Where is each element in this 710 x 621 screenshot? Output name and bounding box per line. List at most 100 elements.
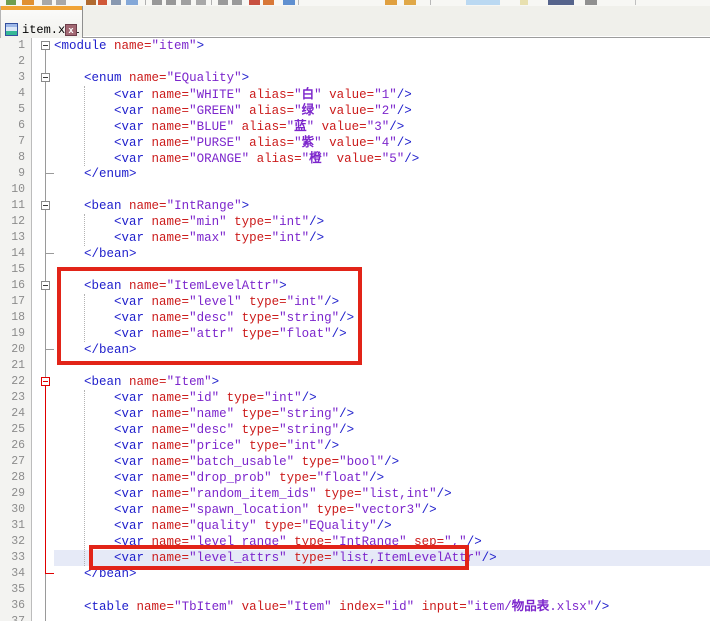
fold-collapse-icon[interactable] [41,201,50,210]
toolbar-icon-fragment [298,0,299,5]
line-number: 8 [0,150,32,166]
code-text[interactable]: <var name="max" type="int"/> [54,230,710,246]
toolbar-icon-fragment [6,0,16,5]
code-line: 6 <var name="BLUE" alias="蓝" value="3"/> [0,118,710,134]
tab-close-icon[interactable]: x [65,24,77,36]
fold-margin [32,166,54,182]
code-text[interactable]: <bean name="IntRange"> [54,198,710,214]
toolbar-icon-fragment [585,0,597,5]
code-text[interactable]: <bean name="Item"> [54,374,710,390]
red-annotation-box [57,267,362,365]
line-number: 5 [0,102,32,118]
fold-margin [32,86,54,102]
code-text[interactable] [54,582,710,598]
indent-guide [84,390,85,566]
toolbar-icon-fragment [283,0,295,5]
fold-collapse-icon[interactable] [41,281,50,290]
code-line: 9 </enum> [0,166,710,182]
fold-margin [32,54,54,70]
code-line: 10 [0,182,710,198]
fold-margin [32,390,54,406]
line-number: 27 [0,454,32,470]
code-text[interactable]: </enum> [54,166,710,182]
code-text[interactable]: <var name="WHITE" alias="白" value="1"/> [54,86,710,102]
code-text[interactable]: <var name="batch_usable" type="bool"/> [54,454,710,470]
fold-margin [32,614,54,621]
code-line: 13 <var name="max" type="int"/> [0,230,710,246]
code-text[interactable]: <enum name="EQuality"> [54,70,710,86]
toolbar-icon-fragment [232,0,242,5]
red-annotation-box [89,545,469,570]
line-number: 4 [0,86,32,102]
toolbar-icon-fragment [111,0,121,5]
fold-collapse-icon[interactable] [41,377,50,386]
fold-margin [32,118,54,134]
code-text[interactable] [54,182,710,198]
indent-guide [84,214,85,246]
toolbar-icon-fragment [218,0,228,5]
code-text[interactable]: <module name="item"> [54,38,710,54]
toolbar-icon-fragment [404,0,416,5]
code-text[interactable]: <var name="price" type="int"/> [54,438,710,454]
fold-margin [32,566,54,582]
code-text[interactable]: <var name="ORANGE" alias="橙" value="5"/> [54,150,710,166]
fold-margin [32,182,54,198]
code-text[interactable]: <var name="BLUE" alias="蓝" value="3"/> [54,118,710,134]
line-number: 36 [0,598,32,614]
line-number: 24 [0,406,32,422]
code-text[interactable]: <var name="quality" type="EQuality"/> [54,518,710,534]
fold-collapse-icon[interactable] [41,41,50,50]
code-text[interactable] [54,614,710,621]
code-line: 26 <var name="price" type="int"/> [0,438,710,454]
code-text[interactable]: <var name="random_item_ids" type="list,i… [54,486,710,502]
code-text[interactable]: <var name="desc" type="string"/> [54,422,710,438]
code-line: 2 [0,54,710,70]
line-number: 28 [0,470,32,486]
toolbar-icon-fragment [211,0,212,5]
fold-margin [32,486,54,502]
line-number: 17 [0,294,32,310]
code-text[interactable]: <var name="min" type="int"/> [54,214,710,230]
toolbar-icon-fragment [152,0,162,5]
tab-item-xml[interactable]: item.xml x [0,6,83,38]
saved-file-icon [5,23,18,36]
code-line: 22 <bean name="Item"> [0,374,710,390]
code-line: 4 <var name="WHITE" alias="白" value="1"/… [0,86,710,102]
code-line: 7 <var name="PURSE" alias="紫" value="4"/… [0,134,710,150]
code-text[interactable]: <table name="TbItem" value="Item" index=… [54,598,710,614]
fold-margin [32,358,54,374]
fold-margin [32,38,54,54]
toolbar-icon-fragment [126,0,138,5]
code-text[interactable]: <var name="name" type="string"/> [54,406,710,422]
line-number: 11 [0,198,32,214]
fold-margin [32,438,54,454]
code-text[interactable]: <var name="spawn_location" type="vector3… [54,502,710,518]
line-number: 13 [0,230,32,246]
fold-margin [32,454,54,470]
line-number: 34 [0,566,32,582]
line-number: 19 [0,326,32,342]
code-text[interactable]: <var name="PURSE" alias="紫" value="4"/> [54,134,710,150]
line-number: 18 [0,310,32,326]
code-text[interactable]: <var name="id" type="int"/> [54,390,710,406]
code-line: 14 </bean> [0,246,710,262]
toolbar-icon-fragment [56,0,66,5]
line-number: 9 [0,166,32,182]
toolbar-icon-fragment [98,0,107,5]
code-line: 1 <module name="item"> [0,38,710,54]
code-line: 27 <var name="batch_usable" type="bool"/… [0,454,710,470]
code-text[interactable]: <var name="GREEN" alias="绿" value="2"/> [54,102,710,118]
code-line: 31 <var name="quality" type="EQuality"/> [0,518,710,534]
toolbar-icon-fragment [86,0,96,5]
toolbar-icon-fragment [466,0,500,5]
fold-collapse-icon[interactable] [41,73,50,82]
fold-margin [32,550,54,566]
code-text[interactable] [54,54,710,70]
code-line: 35 [0,582,710,598]
code-text[interactable]: </bean> [54,246,710,262]
fold-margin [32,102,54,118]
code-text[interactable]: <var name="drop_prob" type="float"/> [54,470,710,486]
line-number: 1 [0,38,32,54]
fold-margin [32,134,54,150]
fold-margin [32,502,54,518]
